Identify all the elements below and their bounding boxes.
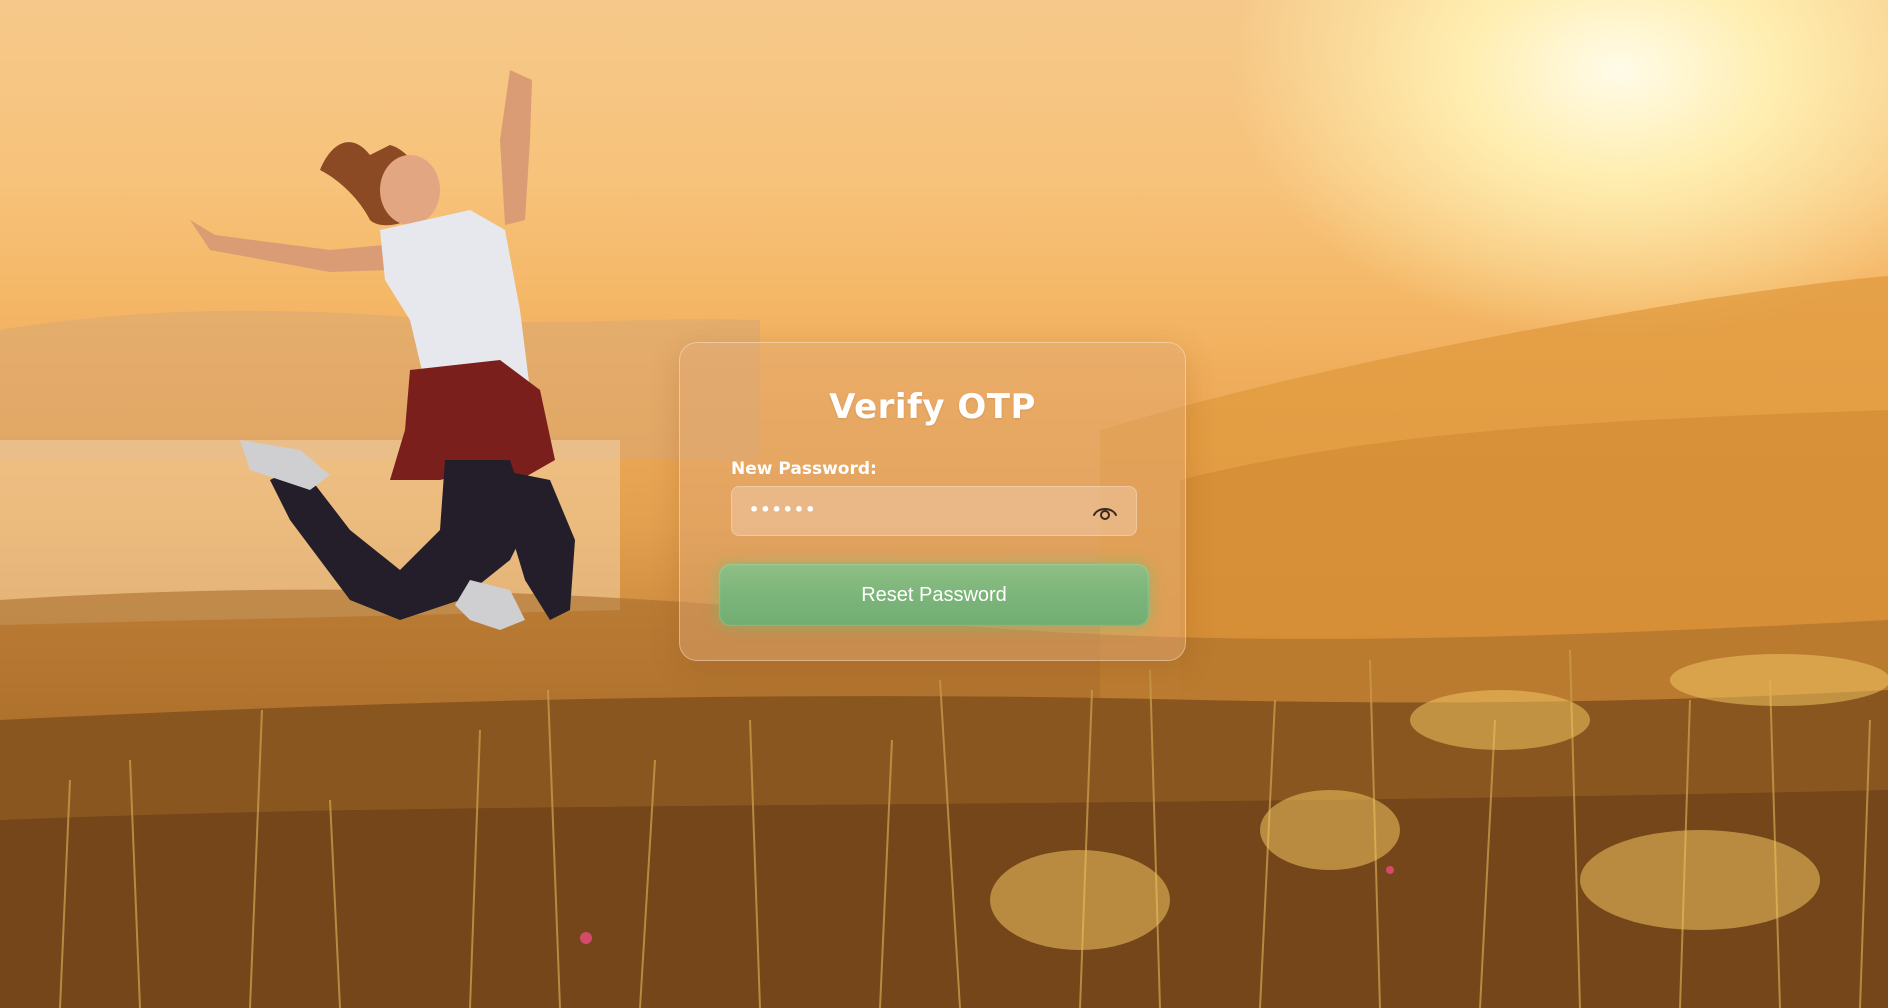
- new-password-input[interactable]: ••••••: [731, 486, 1137, 536]
- background-person: [190, 70, 575, 630]
- eye-icon[interactable]: [1092, 501, 1118, 523]
- new-password-value: ••••••: [749, 500, 817, 519]
- verify-otp-card: Verify OTP New Password: •••••• Reset Pa…: [679, 342, 1186, 661]
- reset-password-button[interactable]: Reset Password: [719, 564, 1149, 626]
- new-password-label: New Password:: [731, 459, 877, 479]
- page: Verify OTP New Password: •••••• Reset Pa…: [0, 0, 1888, 1008]
- card-title: Verify OTP: [829, 387, 1036, 427]
